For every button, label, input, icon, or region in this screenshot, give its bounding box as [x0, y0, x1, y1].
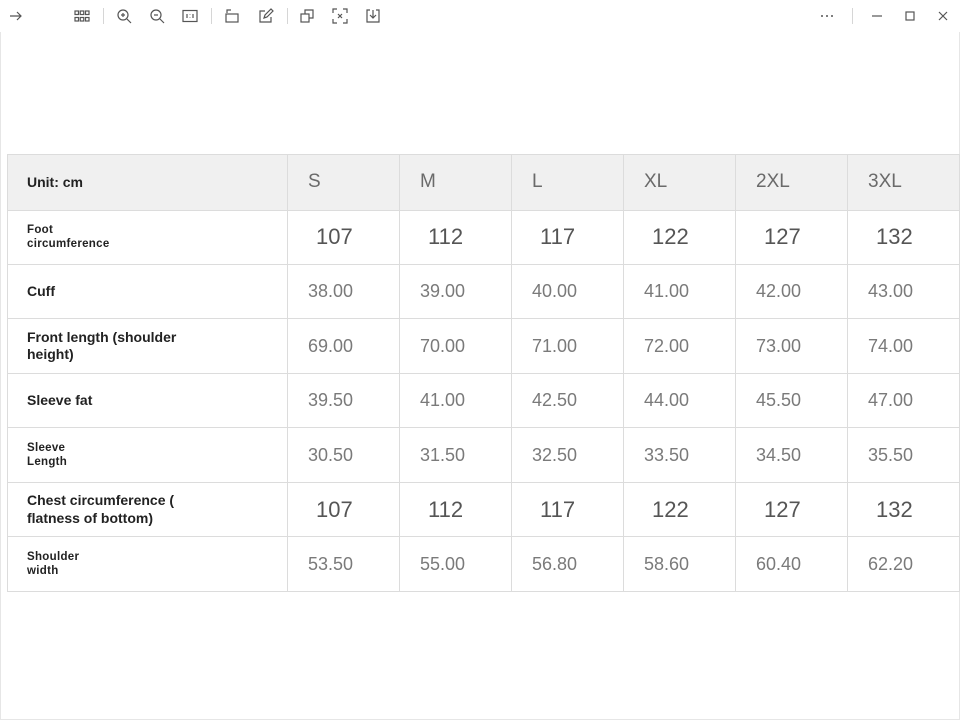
toolbar-separator: [852, 8, 853, 24]
measurement-value: 40.00: [511, 263, 624, 320]
size-header-cell: L: [511, 154, 624, 211]
measurement-value: 43.00: [847, 263, 960, 320]
grid-icon[interactable]: [70, 4, 94, 28]
measurement-value: 39.50: [287, 372, 400, 429]
table-row: Sleeve fat 39.50 41.00 42.50 44.00 45.50 47.00: [7, 372, 960, 429]
measurement-value: 33.50: [623, 427, 736, 483]
measurement-value: 58.60: [623, 536, 736, 592]
measurement-value: 44.00: [623, 372, 736, 429]
zoom-in-icon[interactable]: [112, 4, 136, 28]
measurement-label: Sleeve Length: [7, 427, 288, 483]
measurement-value: 56.80: [511, 536, 624, 592]
measurement-value: 32.50: [511, 427, 624, 483]
table-row: Cuff 38.00 39.00 40.00 41.00 42.00 43.00: [7, 263, 960, 320]
measurement-value: 39.00: [399, 263, 512, 320]
measurement-value: 60.40: [735, 536, 848, 592]
measurement-label: Sleeve fat: [7, 372, 288, 429]
size-header-row: Unit: cm S M L XL 2XL 3XL: [7, 154, 960, 211]
maximize-icon[interactable]: [898, 4, 922, 28]
measurement-value: 47.00: [847, 372, 960, 429]
viewer-toolbar: [0, 0, 960, 32]
measurement-value: 71.00: [511, 318, 624, 374]
measurement-value: 41.00: [399, 372, 512, 429]
measurement-value: 38.00: [287, 263, 400, 320]
measurement-value: 69.00: [287, 318, 400, 374]
measurement-value: 53.50: [287, 536, 400, 592]
more-icon[interactable]: [815, 4, 839, 28]
measurement-value: 72.00: [623, 318, 736, 374]
measurement-value: 132: [847, 481, 960, 538]
fit-screen-icon[interactable]: [328, 4, 352, 28]
measurement-value: 122: [623, 209, 736, 265]
actual-size-icon[interactable]: [178, 4, 202, 28]
arrow-right-icon[interactable]: [4, 4, 28, 28]
size-header-cell: 2XL: [735, 154, 848, 211]
edit-icon[interactable]: [254, 4, 278, 28]
measurement-label: Shoulder width: [7, 536, 288, 592]
measurement-label: Cuff: [7, 263, 288, 320]
unit-label: Unit: cm: [7, 154, 288, 211]
size-header-cell: M: [399, 154, 512, 211]
size-header-cell: S: [287, 154, 400, 211]
zoom-out-icon[interactable]: [145, 4, 169, 28]
table-row: Chest circumference ( flatness of bottom…: [7, 481, 960, 538]
measurement-value: 127: [735, 209, 848, 265]
measurement-value: 42.00: [735, 263, 848, 320]
copy-icon[interactable]: [295, 4, 319, 28]
size-chart-table: Unit: cm S M L XL 2XL 3XL Foot circumference 107…: [7, 154, 960, 592]
toolbar-separator: [103, 8, 104, 24]
measurement-value: 107: [287, 209, 400, 265]
table-row: Sleeve Length 30.50 31.50 32.50 33.50 34.50 35…: [7, 427, 960, 483]
measurement-value: 73.00: [735, 318, 848, 374]
minimize-icon[interactable]: [865, 4, 889, 28]
measurement-value: 117: [511, 481, 624, 538]
measurement-value: 41.00: [623, 263, 736, 320]
close-icon[interactable]: [931, 4, 955, 28]
measurement-value: 62.20: [847, 536, 960, 592]
table-row: Front length (shoulder height) 69.00 70.00…: [7, 318, 960, 374]
measurement-value: 74.00: [847, 318, 960, 374]
measurement-value: 112: [399, 209, 512, 265]
download-icon[interactable]: [361, 4, 385, 28]
size-header-cell: XL: [623, 154, 736, 211]
rotate-icon[interactable]: [220, 4, 244, 28]
measurement-value: 107: [287, 481, 400, 538]
measurement-value: 55.00: [399, 536, 512, 592]
measurement-value: 117: [511, 209, 624, 265]
toolbar-separator: [287, 8, 288, 24]
measurement-value: 132: [847, 209, 960, 265]
size-header-cell: 3XL: [847, 154, 960, 211]
table-row: Shoulder width 53.50 55.00 56.80 58.60 60.40 6…: [7, 536, 960, 592]
measurement-label: Front length (shoulder height): [7, 318, 288, 374]
measurement-value: 127: [735, 481, 848, 538]
measurement-label: Chest circumference ( flatness of bottom…: [7, 481, 288, 538]
measurement-value: 34.50: [735, 427, 848, 483]
toolbar-separator: [211, 8, 212, 24]
measurement-value: 30.50: [287, 427, 400, 483]
table-row: Foot circumference 107 112 117 122 127 132: [7, 209, 960, 265]
measurement-value: 31.50: [399, 427, 512, 483]
measurement-value: 70.00: [399, 318, 512, 374]
measurement-value: 122: [623, 481, 736, 538]
measurement-label: Foot circumference: [7, 209, 288, 265]
measurement-value: 45.50: [735, 372, 848, 429]
measurement-value: 112: [399, 481, 512, 538]
measurement-value: 42.50: [511, 372, 624, 429]
measurement-value: 35.50: [847, 427, 960, 483]
